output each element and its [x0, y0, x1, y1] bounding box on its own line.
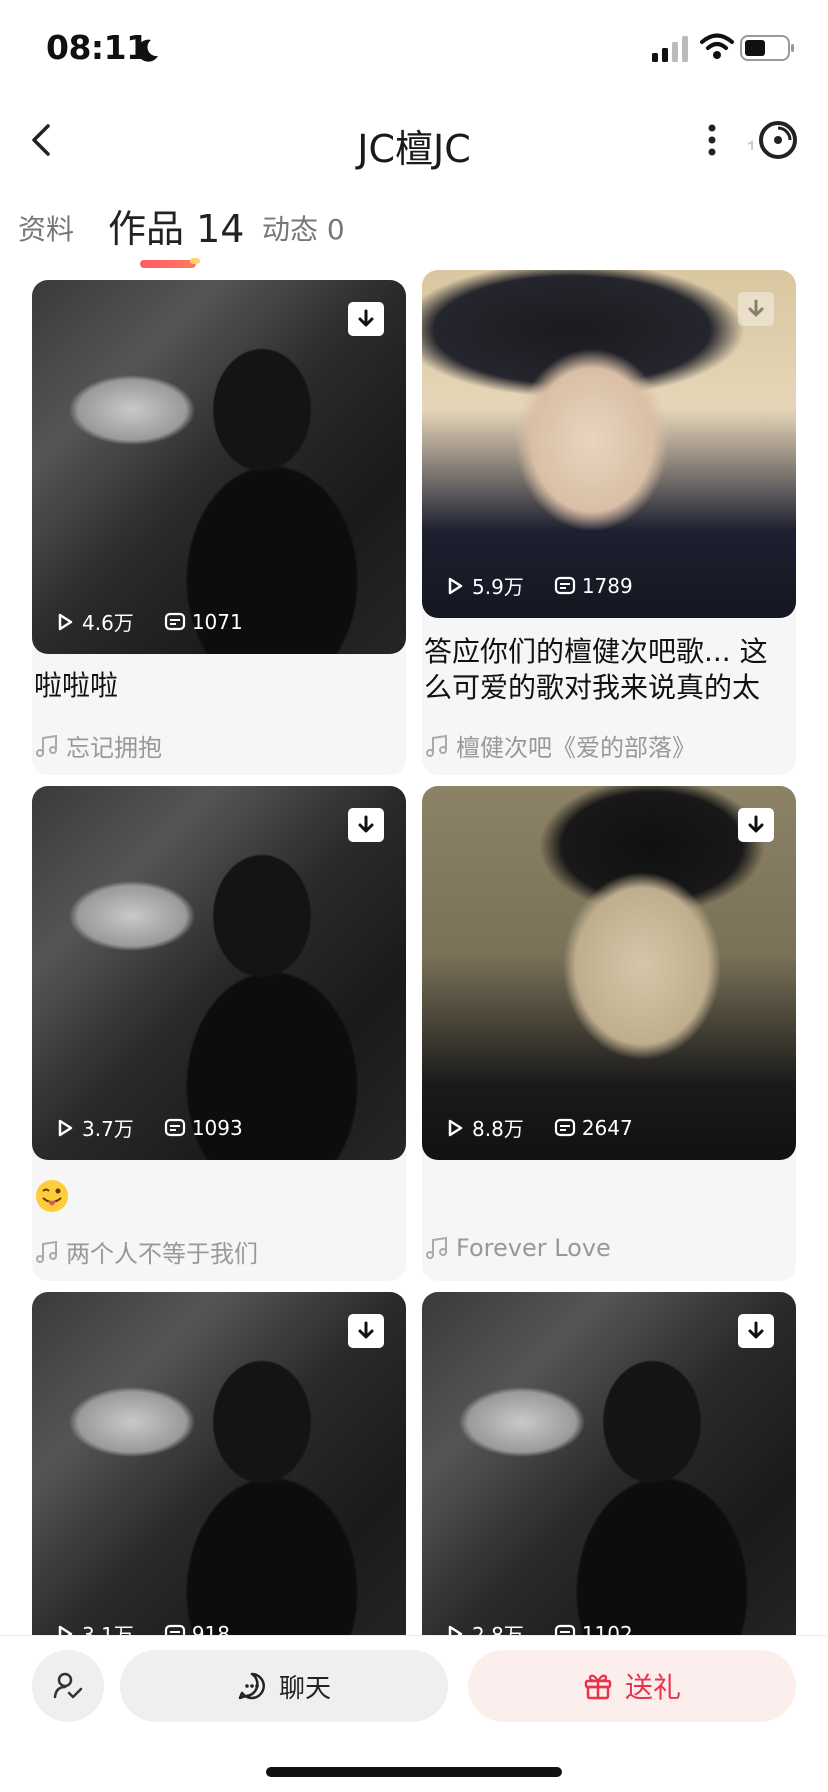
work-caption: 啦啦啦: [34, 669, 119, 702]
comment-icon: [554, 1624, 575, 1635]
comment-icon: [164, 1118, 185, 1136]
work-song[interactable]: 檀健次吧《爱的部落》: [424, 728, 696, 763]
follow-button[interactable]: [32, 1650, 104, 1722]
download-icon[interactable]: [348, 808, 384, 842]
download-icon[interactable]: [738, 1314, 774, 1348]
play-count: 3.7万: [82, 1117, 134, 1141]
download-icon[interactable]: [348, 1314, 384, 1348]
work-card[interactable]: 2.8万 1102: [422, 1292, 796, 1635]
song-title: 忘记拥抱: [66, 734, 162, 762]
work-stats: 5.9万 1789: [444, 571, 633, 600]
play-count: 3.1万: [82, 1623, 134, 1635]
work-card[interactable]: 4.6万 1071 啦啦啦 忘记拥抱: [32, 280, 406, 775]
work-thumbnail[interactable]: 2.8万 1102: [422, 1292, 796, 1635]
gift-label: 送礼: [624, 1671, 681, 1704]
work-song[interactable]: Forever Love: [424, 1234, 611, 1262]
wifi-icon: [700, 33, 734, 59]
download-icon[interactable]: [738, 808, 774, 842]
work-thumbnail[interactable]: 8.8万 2647: [422, 786, 796, 1160]
more-icon[interactable]: [700, 118, 724, 162]
work-thumbnail[interactable]: 3.7万 1093: [32, 786, 406, 1160]
comment-icon: [554, 1118, 575, 1136]
work-stats: 8.8万 2647: [444, 1113, 633, 1142]
song-title: 檀健次吧《爱的部落》: [456, 734, 696, 762]
signal-icon: [652, 36, 688, 62]
work-caption: 答应你们的檀健次吧歌... 这么可爱的歌对我来说真的太难...: [424, 635, 768, 704]
work-song[interactable]: 两个人不等于我们: [34, 1234, 258, 1269]
comment-icon: [554, 576, 575, 594]
profile-tabs: 资料 作品 14 动态 0: [0, 190, 828, 280]
work-card[interactable]: 5.9万 1789 答应你们的檀健次吧歌... 这么可爱的歌对我来说真的太难..…: [422, 270, 796, 775]
comment-count: 918: [191, 1621, 230, 1636]
chat-bubble-icon: [238, 1672, 265, 1700]
play-icon: [448, 577, 463, 594]
play-icon: [448, 1119, 463, 1136]
work-card[interactable]: 3.7万 1093 两个人不等于我们: [32, 786, 406, 1281]
comment-count: 1789: [581, 573, 633, 598]
music-note-icon: [36, 1240, 57, 1263]
active-tab-indicator: [140, 258, 200, 268]
music-disc-icon[interactable]: [744, 114, 800, 166]
winking-tongue-emoji: [36, 1180, 68, 1212]
tab-works[interactable]: 作品 14: [108, 198, 244, 253]
battery-icon: [740, 35, 794, 61]
song-title: 两个人不等于我们: [66, 1240, 258, 1268]
moon-icon: [137, 39, 158, 62]
play-icon: [448, 1625, 463, 1635]
chat-button[interactable]: 聊天: [120, 1650, 448, 1722]
play-icon: [58, 1625, 73, 1635]
music-note-icon: [426, 1236, 447, 1259]
profile-header: JC檀JC: [0, 100, 828, 180]
work-stats: 3.1万 918: [54, 1619, 230, 1635]
music-note-icon: [426, 734, 447, 757]
works-grid: 4.6万 1071 啦啦啦 忘记拥抱 5.9万 1789 答应你们的檀健次吧歌.…: [32, 270, 796, 1635]
play-count: 5.9万: [472, 575, 524, 599]
chat-label: 聊天: [278, 1673, 331, 1704]
play-icon: [58, 613, 73, 630]
download-icon[interactable]: [738, 292, 774, 326]
comment-icon: [164, 612, 185, 630]
song-title: Forever Love: [456, 1234, 611, 1262]
comment-count: 2647: [581, 1115, 633, 1140]
user-check-icon: [53, 1672, 83, 1699]
work-card[interactable]: 8.8万 2647 Forever Love: [422, 786, 796, 1281]
music-note-icon: [36, 734, 57, 757]
work-thumbnail[interactable]: 3.1万 918: [32, 1292, 406, 1635]
gift-button[interactable]: 送礼: [468, 1650, 796, 1722]
comment-count: 1093: [191, 1115, 243, 1140]
home-indicator: [266, 1767, 562, 1777]
work-thumbnail[interactable]: 4.6万 1071: [32, 280, 406, 654]
comment-count: 1102: [581, 1621, 633, 1636]
work-stats: 3.7万 1093: [54, 1113, 243, 1142]
comment-icon: [164, 1624, 185, 1635]
tab-moments[interactable]: 动态 0: [262, 208, 345, 248]
play-count: 4.6万: [82, 611, 134, 635]
work-thumbnail[interactable]: 5.9万 1789: [422, 270, 796, 618]
work-stats: 2.8万 1102: [444, 1619, 633, 1635]
gift-icon: [584, 1674, 612, 1700]
work-song[interactable]: 忘记拥抱: [34, 728, 162, 763]
download-icon[interactable]: [348, 302, 384, 336]
tab-profile[interactable]: 资料: [18, 208, 74, 248]
comment-count: 1071: [191, 609, 243, 634]
status-bar: 08:11: [0, 0, 828, 100]
play-count: 2.8万: [472, 1623, 524, 1635]
play-count: 8.8万: [472, 1117, 524, 1141]
work-stats: 4.6万 1071: [54, 607, 243, 636]
work-card[interactable]: 3.1万 918: [32, 1292, 406, 1635]
play-icon: [58, 1119, 73, 1136]
